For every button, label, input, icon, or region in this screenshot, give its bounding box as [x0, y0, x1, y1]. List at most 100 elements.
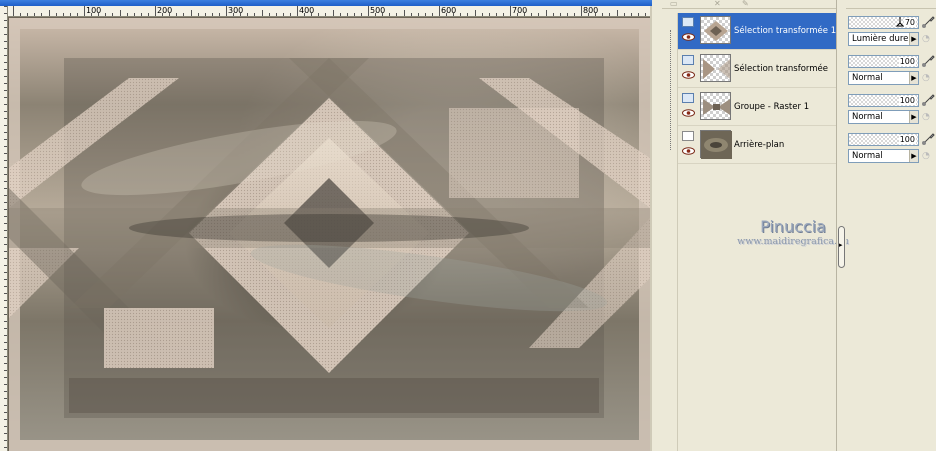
dropdown-arrow-icon[interactable]: ▶ [909, 111, 918, 123]
blend-mode-select[interactable]: Normal ▶ [848, 149, 919, 163]
brush-icon[interactable] [921, 93, 935, 107]
ruler-minor-tick [247, 13, 248, 16]
blend-mode-select[interactable]: Lumière dure ▶ [848, 32, 919, 46]
lock-icon[interactable]: ◔ [922, 112, 934, 124]
ruler-minor-tick [553, 13, 554, 16]
layers-palette: ▭ ✕ ✎ Sélection transformée 1 Sélection … [662, 0, 936, 451]
ruler-minor-tick [475, 10, 476, 16]
layer-row-background[interactable]: Arrière-plan [678, 127, 836, 164]
ruler-minor-tick [56, 13, 57, 16]
ruler-minor-tick [112, 13, 113, 16]
ruler-major-tick [439, 6, 440, 16]
splitter-handle[interactable]: ▸ [838, 226, 845, 268]
ruler-minor-tick [205, 13, 206, 16]
ruler-minor-tick [489, 13, 490, 16]
ruler-minor-tick [219, 13, 220, 16]
palette-splitter[interactable]: ▸ [836, 0, 846, 451]
ruler-minor-tick [467, 13, 468, 16]
dropdown-arrow-icon[interactable]: ▶ [909, 150, 918, 162]
canvas-image[interactable] [9, 18, 650, 451]
opacity-slider[interactable]: 100 [848, 133, 919, 146]
ruler-minor-tick [20, 13, 21, 16]
ruler-minor-tick [148, 13, 149, 16]
opacity-value: 70 [903, 18, 916, 27]
brush-icon[interactable] [921, 54, 935, 68]
ruler-minor-tick [602, 13, 603, 16]
ruler-minor-tick [396, 13, 397, 16]
ruler-minor-tick [77, 13, 78, 16]
layer-thumbnail [700, 16, 731, 44]
layer-list: Sélection transformée 1 Sélection transf… [677, 13, 849, 451]
eye-icon[interactable] [682, 109, 695, 117]
layer-row-selection-1[interactable]: Sélection transformée 1 [678, 13, 836, 50]
ruler-major-tick [226, 6, 227, 16]
vector-layer-icon [682, 17, 694, 27]
ruler-minor-tick [27, 13, 28, 16]
ruler-minor-tick [624, 13, 625, 16]
ruler-minor-tick [638, 13, 639, 16]
ruler-minor-tick [631, 13, 632, 16]
layer-properties-row: 100 Normal ▶ ◔ [847, 131, 936, 169]
lock-icon[interactable]: ◔ [922, 34, 934, 46]
ruler-minor-tick [496, 13, 497, 16]
ruler-minor-tick [560, 13, 561, 16]
layer-properties-column: 70 Lumière dure ▶ ◔ 100 Normal ▶ ◔ 100 N… [847, 13, 936, 451]
ruler-minor-tick [290, 13, 291, 16]
ruler-minor-tick [538, 13, 539, 16]
layer-name: Sélection transformée [734, 64, 829, 74]
new-layer-icon[interactable]: ▭ [670, 0, 678, 8]
ruler-minor-tick [105, 13, 106, 16]
dropdown-arrow-icon[interactable]: ▶ [909, 72, 918, 84]
blend-mode-value: Normal [852, 73, 883, 83]
opacity-slider[interactable]: 100 [848, 94, 919, 107]
delete-layer-icon[interactable]: ✕ [714, 0, 721, 8]
edit-layer-icon[interactable]: ✎ [742, 0, 749, 8]
layer-row-group-raster[interactable]: Groupe - Raster 1 [678, 89, 836, 126]
ruler-minor-tick [49, 10, 50, 16]
ruler-label: 600 [441, 6, 457, 15]
ruler-minor-tick [70, 13, 71, 16]
ruler-minor-tick [404, 10, 405, 16]
layer-thumbnail [700, 130, 732, 159]
ruler-minor-tick [212, 13, 213, 16]
eye-icon[interactable] [682, 147, 695, 155]
layer-tree-connector [670, 30, 675, 150]
ruler-minor-tick [418, 13, 419, 16]
horizontal-ruler: 100 200 300 400 500 600 700 800 [8, 6, 652, 17]
eye-icon[interactable] [682, 71, 695, 79]
blend-mode-select[interactable]: Normal ▶ [848, 71, 919, 85]
ruler-minor-tick [340, 13, 341, 16]
ruler-label: 200 [157, 6, 173, 15]
ruler-label: 100 [86, 6, 102, 15]
ruler-minor-tick [63, 13, 64, 16]
lock-icon[interactable]: ◔ [922, 151, 934, 163]
ruler-minor-tick [34, 13, 35, 16]
ruler-major-tick [155, 6, 156, 16]
dropdown-arrow-icon[interactable]: ▶ [909, 33, 918, 45]
ruler-minor-tick [325, 13, 326, 16]
blend-mode-value: Normal [852, 112, 883, 122]
eye-icon[interactable] [682, 33, 695, 41]
lock-icon[interactable]: ◔ [922, 73, 934, 85]
ruler-minor-tick [567, 13, 568, 16]
vertical-ruler [0, 6, 8, 451]
ruler-minor-tick [389, 13, 390, 16]
ruler-label: 700 [512, 6, 528, 15]
opacity-slider[interactable]: 70 [848, 16, 919, 29]
brush-icon[interactable] [921, 132, 935, 146]
ruler-minor-tick [574, 13, 575, 16]
ruler-minor-tick [503, 13, 504, 16]
ruler-minor-tick [411, 13, 412, 16]
vector-layer-icon [682, 55, 694, 65]
ruler-minor-tick [262, 10, 263, 16]
layers-toolbar: ▭ ✕ ✎ [662, 0, 936, 9]
canvas-scrollbar[interactable] [650, 6, 652, 451]
ruler-minor-tick [134, 13, 135, 16]
blend-mode-select[interactable]: Normal ▶ [848, 110, 919, 124]
layer-row-selection[interactable]: Sélection transformée [678, 51, 836, 88]
opacity-slider[interactable]: 100 [848, 55, 919, 68]
opacity-value: 100 [898, 96, 916, 105]
layer-properties-row: 100 Normal ▶ ◔ [847, 92, 936, 130]
ruler-label: 300 [228, 6, 244, 15]
brush-icon[interactable] [921, 15, 935, 29]
